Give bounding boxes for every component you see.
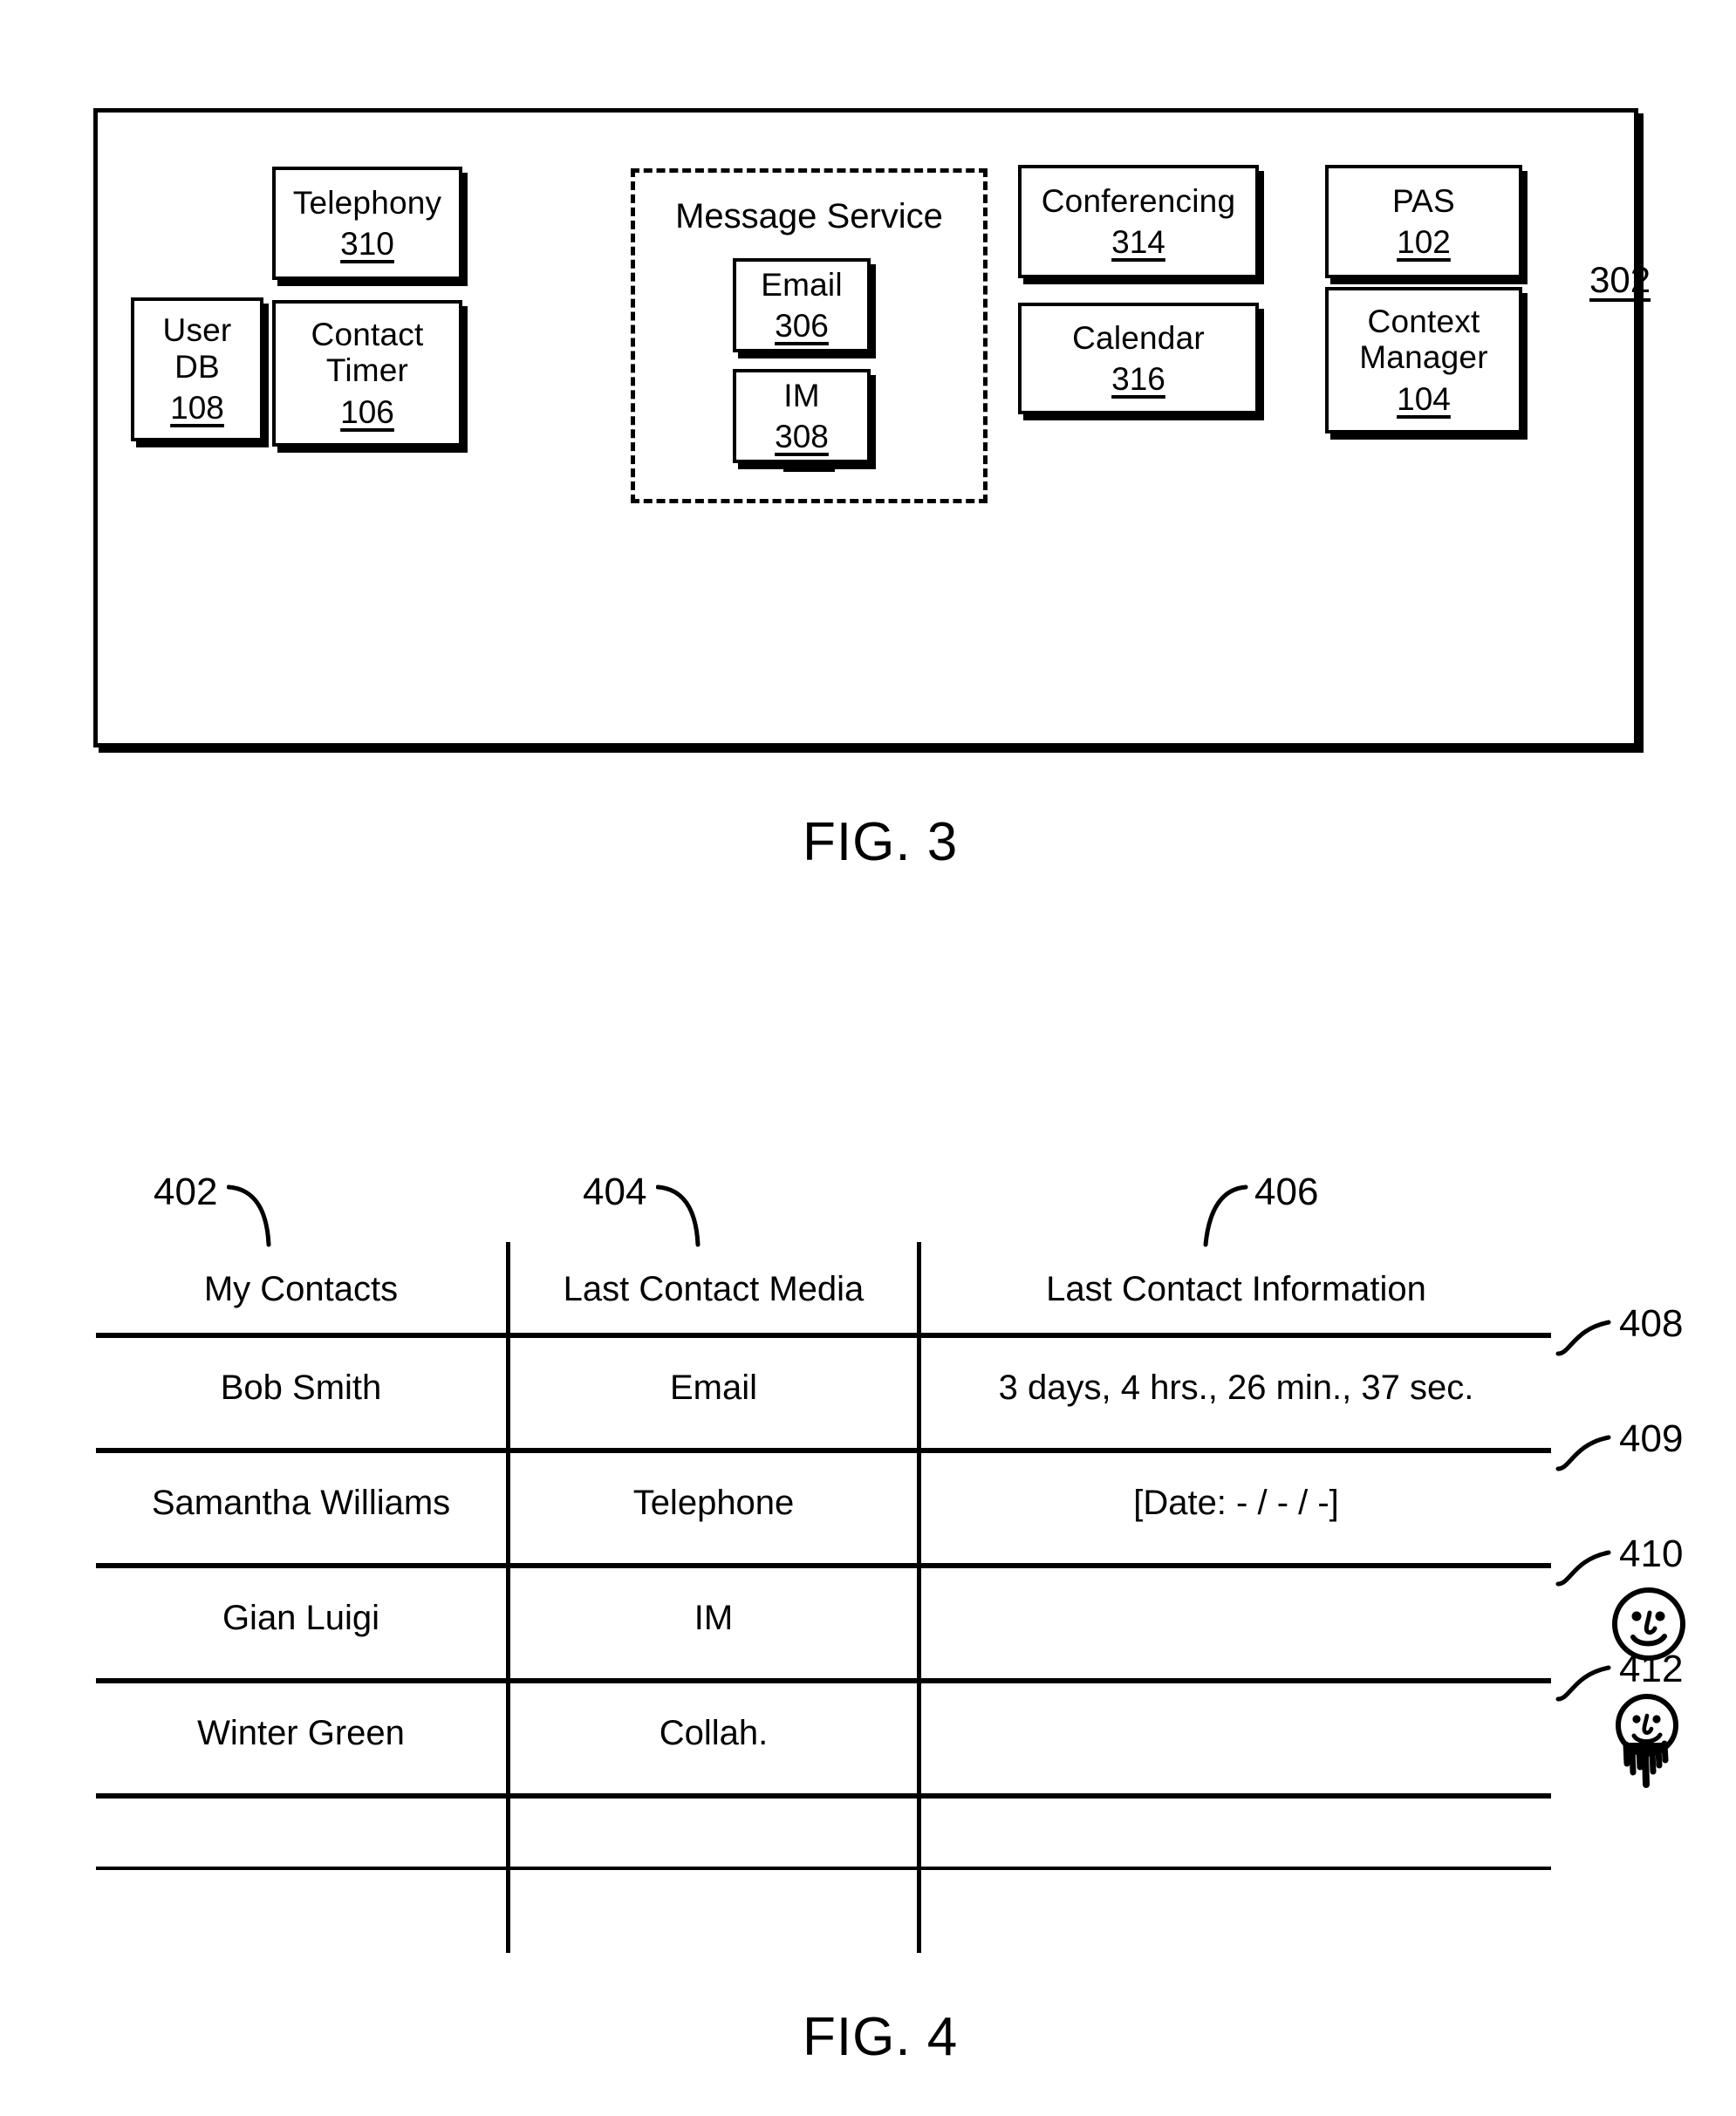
fig4-row-ref-408: 408 xyxy=(1619,1302,1684,1345)
module-im-ref: 308 xyxy=(775,419,829,454)
fig4-column-ref-406: 406 xyxy=(1254,1171,1319,1213)
fig4-column-ref-402: 402 xyxy=(154,1171,218,1213)
table-rule-row2-bottom xyxy=(96,1563,1551,1568)
module-contact-timer-label: Contact Timer xyxy=(311,316,424,389)
table-column-divider-1 xyxy=(506,1242,510,1953)
module-context-manager-ref: 104 xyxy=(1397,380,1451,417)
table-row-contact-name: Winter Green xyxy=(197,1714,405,1752)
module-conferencing-ref: 314 xyxy=(1111,224,1165,260)
fig4-row-ref-412: 412 xyxy=(1619,1648,1684,1690)
module-pas: PAS 102 xyxy=(1325,165,1522,278)
module-conferencing: Conferencing 314 xyxy=(1018,165,1259,278)
module-email-label: Email xyxy=(761,266,843,303)
table-row-contact-info: 3 days, 4 hrs., 26 min., 37 sec. xyxy=(998,1369,1474,1407)
module-pas-label: PAS xyxy=(1392,182,1455,219)
leader-line-410 xyxy=(1555,1550,1611,1587)
message-service-title: Message Service xyxy=(675,197,943,235)
module-conferencing-label: Conferencing xyxy=(1041,182,1236,219)
fig3-reference-302: 302 xyxy=(1589,259,1651,300)
table-rule-row1-bottom xyxy=(96,1448,1551,1453)
fig3-caption: FIG. 3 xyxy=(803,812,959,872)
table-rule-header-bottom xyxy=(96,1333,1551,1338)
leader-line-412 xyxy=(1555,1665,1611,1702)
table-row-contact-media: Email xyxy=(669,1369,758,1407)
table-header-my-contacts: My Contacts xyxy=(203,1270,399,1308)
module-calendar-label: Calendar xyxy=(1072,319,1205,356)
leader-line-409 xyxy=(1555,1435,1611,1471)
table-rule-row4-bottom xyxy=(96,1793,1551,1799)
module-context-manager-label: Context Manager xyxy=(1359,303,1488,376)
module-email-ref: 306 xyxy=(775,308,829,344)
table-row-contact-info: [Date: - / - / -] xyxy=(1133,1484,1339,1522)
module-telephony-ref: 310 xyxy=(340,226,394,262)
table-row-contact-info xyxy=(921,1584,1736,1664)
module-user-db-ref: 108 xyxy=(170,390,224,427)
fig3-system-boundary: 302 User DB 108 Telephony 310 Contact Ti… xyxy=(93,108,1651,747)
table-row-contact-media: IM xyxy=(694,1599,734,1637)
module-email: Email 306 xyxy=(733,258,871,352)
module-telephony: Telephony 310 xyxy=(272,167,462,280)
table-rule-row3-bottom xyxy=(96,1678,1551,1683)
table-header-last-contact-information: Last Contact Information xyxy=(1046,1270,1426,1308)
fig4-column-ref-404: 404 xyxy=(583,1171,647,1213)
module-contact-timer: Contact Timer 106 xyxy=(272,300,462,447)
table-row-contact-name: Bob Smith xyxy=(220,1369,382,1407)
module-user-db: User DB 108 xyxy=(131,297,263,441)
melting-smiley-face-icon xyxy=(1616,1694,1678,1788)
module-im: IM 308 xyxy=(733,369,871,463)
module-contact-timer-ref: 106 xyxy=(340,393,394,430)
leader-line-408 xyxy=(1555,1320,1611,1356)
module-im-label: IM xyxy=(783,377,820,413)
module-calendar-ref: 316 xyxy=(1111,361,1165,397)
leader-line-406 xyxy=(1203,1184,1248,1247)
fig4-row-ref-409: 409 xyxy=(1619,1417,1684,1460)
fig4-row-ref-410: 410 xyxy=(1619,1532,1684,1575)
module-calendar: Calendar 316 xyxy=(1018,303,1259,414)
module-user-db-label: User DB xyxy=(162,312,232,385)
table-row-contact-media: Telephone xyxy=(632,1484,795,1522)
table-row-contact-media: Collah. xyxy=(659,1714,769,1752)
module-context-manager: Context Manager 104 xyxy=(1325,287,1522,433)
table-row-contact-name: Samantha Williams xyxy=(151,1484,451,1522)
fig4-contacts-table: My Contacts Last Contact Media Last Cont… xyxy=(96,1242,1685,1953)
table-rule-row5-bottom xyxy=(96,1867,1551,1870)
module-pas-ref: 102 xyxy=(1397,224,1451,260)
table-row-contact-name: Gian Luigi xyxy=(222,1599,380,1637)
fig4-caption: FIG. 4 xyxy=(803,2007,959,2067)
module-telephony-label: Telephony xyxy=(292,184,442,221)
leader-line-402 xyxy=(227,1184,271,1247)
table-header-last-contact-media: Last Contact Media xyxy=(563,1270,865,1308)
message-service-group: Message Service 110 Email 306 IM 308 xyxy=(631,168,988,503)
leader-line-404 xyxy=(656,1184,701,1247)
